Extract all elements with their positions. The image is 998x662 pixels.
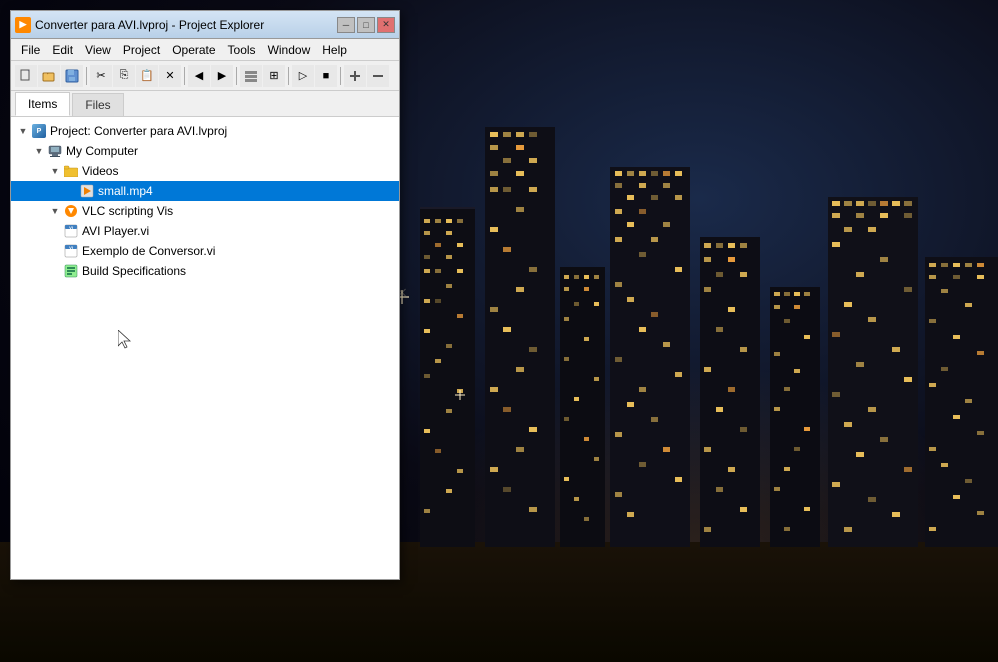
tree-item-small-mp4[interactable]: small.mp4	[11, 181, 399, 201]
menu-tools[interactable]: Tools	[222, 41, 262, 59]
tab-items[interactable]: Items	[15, 92, 70, 116]
menu-help[interactable]: Help	[316, 41, 353, 59]
vi-icon-conversor: VI	[63, 243, 79, 259]
tab-files[interactable]: Files	[72, 93, 123, 116]
toolbar-copy[interactable]: ⎘	[113, 65, 135, 87]
tree-item-avi-player[interactable]: VI AVI Player.vi	[11, 221, 399, 241]
menu-edit[interactable]: Edit	[46, 41, 79, 59]
expand-icon-computer[interactable]: ▼	[31, 143, 47, 159]
toolbar-stop[interactable]: ■	[315, 65, 337, 87]
tree-item-conversor[interactable]: VI Exemplo de Conversor.vi	[11, 241, 399, 261]
tree-item-build[interactable]: Build Specifications	[11, 261, 399, 281]
toolbar-delete[interactable]: ✕	[159, 65, 181, 87]
small-mp4-label: small.mp4	[98, 184, 153, 198]
video-file-icon	[79, 183, 95, 199]
vlc-label: VLC scripting Vis	[82, 204, 173, 218]
conversor-label: Exemplo de Conversor.vi	[82, 244, 215, 258]
videos-folder-icon	[63, 163, 79, 179]
toolbar-sep1	[86, 67, 87, 85]
build-label: Build Specifications	[82, 264, 186, 278]
expand-icon-videos[interactable]: ▼	[47, 163, 63, 179]
svg-text:VI: VI	[69, 225, 73, 230]
toolbar-run[interactable]: ▷	[292, 65, 314, 87]
maximize-button[interactable]: □	[357, 17, 375, 33]
toolbar: ✂ ⎘ 📋 ✕ ◀ ▶ ⊞ ▷ ■	[11, 61, 399, 91]
toolbar-open[interactable]	[38, 65, 60, 87]
explorer-window: ▶ Converter para AVI.lvproj - Project Ex…	[10, 10, 400, 580]
project-label: Project: Converter para AVI.lvproj	[50, 124, 227, 138]
toolbar-cut[interactable]: ✂	[90, 65, 112, 87]
menu-file[interactable]: File	[15, 41, 46, 59]
tab-bar: Items Files	[11, 91, 399, 117]
tree-item-computer[interactable]: ▼ My Computer	[11, 141, 399, 161]
toolbar-sep2	[184, 67, 185, 85]
menu-bar: File Edit View Project Operate Tools Win…	[11, 39, 399, 61]
app-icon: ▶	[15, 17, 31, 33]
toolbar-sep4	[288, 67, 289, 85]
toolbar-paste[interactable]: 📋	[136, 65, 158, 87]
title-bar-controls: ─ □ ✕	[337, 17, 395, 33]
toolbar-view2[interactable]: ⊞	[263, 65, 285, 87]
menu-project[interactable]: Project	[117, 41, 166, 59]
toolbar-view1[interactable]	[240, 65, 262, 87]
tree-panel[interactable]: ▼ P Project: Converter para AVI.lvproj ▼…	[11, 117, 399, 579]
computer-label: My Computer	[66, 144, 138, 158]
expand-icon-vlc[interactable]: ▼	[47, 203, 63, 219]
menu-window[interactable]: Window	[262, 41, 317, 59]
menu-operate[interactable]: Operate	[166, 41, 221, 59]
videos-label: Videos	[82, 164, 118, 178]
toolbar-sep3	[236, 67, 237, 85]
toolbar-new[interactable]	[15, 65, 37, 87]
avi-player-label: AVI Player.vi	[82, 224, 149, 238]
tree-item-project[interactable]: ▼ P Project: Converter para AVI.lvproj	[11, 121, 399, 141]
vi-icon-avi: VI	[63, 223, 79, 239]
toolbar-back[interactable]: ◀	[188, 65, 210, 87]
window-title: Converter para AVI.lvproj - Project Expl…	[35, 18, 337, 32]
title-bar: ▶ Converter para AVI.lvproj - Project Ex…	[11, 11, 399, 39]
tree-item-vlc[interactable]: ▼ VLC scripting Vis	[11, 201, 399, 221]
toolbar-save[interactable]	[61, 65, 83, 87]
menu-view[interactable]: View	[79, 41, 117, 59]
toolbar-remove[interactable]	[367, 65, 389, 87]
toolbar-add[interactable]	[344, 65, 366, 87]
svg-text:VI: VI	[69, 245, 73, 250]
build-icon	[63, 263, 79, 279]
vlc-icon	[63, 203, 79, 219]
expand-icon-project[interactable]: ▼	[15, 123, 31, 139]
computer-icon	[47, 143, 63, 159]
toolbar-forward[interactable]: ▶	[211, 65, 233, 87]
toolbar-sep5	[340, 67, 341, 85]
tree-item-videos[interactable]: ▼ Videos	[11, 161, 399, 181]
project-icon: P	[31, 123, 47, 139]
close-button[interactable]: ✕	[377, 17, 395, 33]
minimize-button[interactable]: ─	[337, 17, 355, 33]
